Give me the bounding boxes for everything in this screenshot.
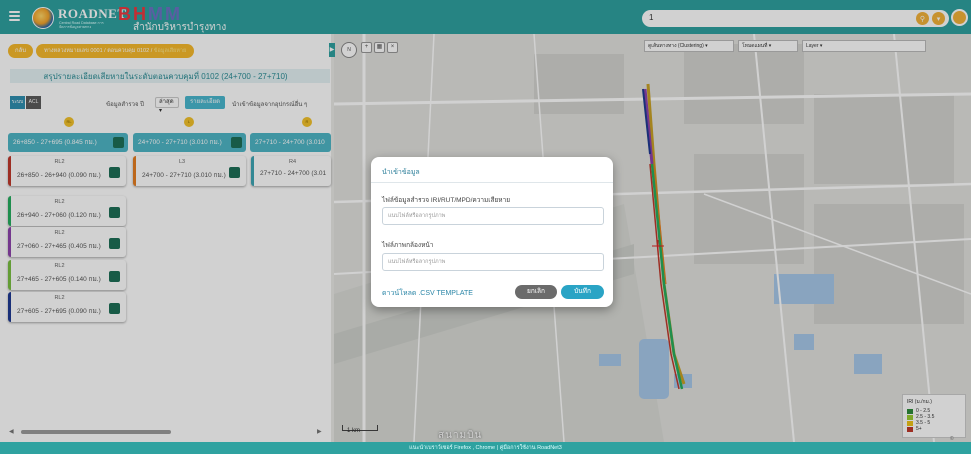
camera-file-input[interactable]: แนบไฟล์หรือลากรูปภาพ (382, 253, 604, 271)
modal-divider (371, 182, 613, 183)
footer: แนะนำเบราว์เซอร์ Firefox , Chrome | คู่ม… (0, 442, 971, 454)
import-modal: นำเข้าข้อมูล ไฟล์ข้อมูลสำรวจ IRI/RUT/MPD… (371, 157, 613, 307)
survey-file-input[interactable]: แนบไฟล์หรือลากรูปภาพ (382, 207, 604, 225)
modal-title: นำเข้าข้อมูล (382, 169, 420, 176)
camera-file-label: ไฟล์ภาพกล้องหน้า (382, 242, 434, 249)
survey-file-label: ไฟล์ข้อมูลสำรวจ IRI/RUT/MPD/ความเสียหาย (382, 197, 511, 204)
download-template-link[interactable]: ดาวน์โหลด .CSV TEMPLATE (382, 288, 473, 299)
save-button[interactable]: บันทึก (561, 285, 604, 299)
cancel-button[interactable]: ยกเลิก (515, 285, 557, 299)
